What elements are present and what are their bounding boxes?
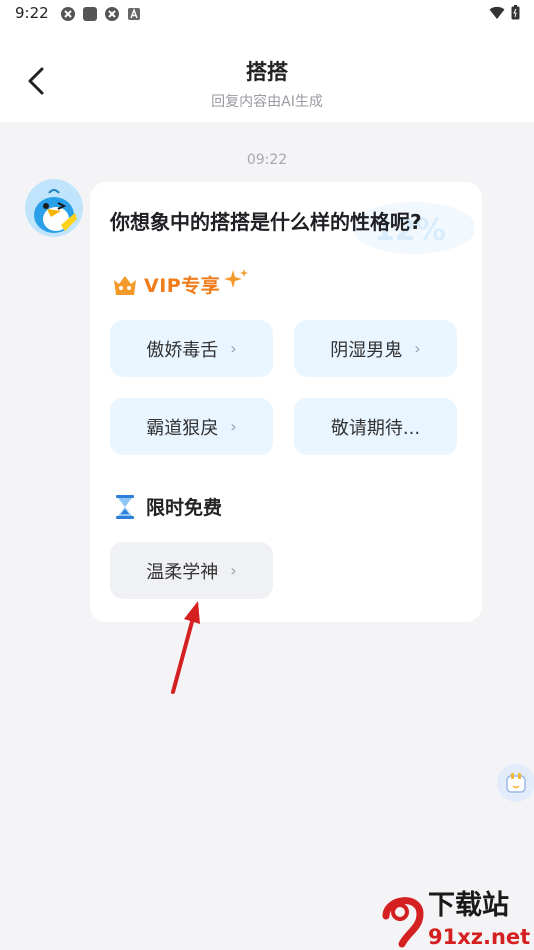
watermark-brand: 下载站: [428, 890, 509, 921]
option-label: 阴湿男鬼: [330, 339, 403, 361]
option-wenrou-xueshen[interactable]: 温柔学神 ›: [110, 542, 273, 599]
option-badao-henli[interactable]: 霸道狠戾 ›: [110, 398, 273, 455]
status-system-icons: [489, 5, 520, 20]
wifi-icon: [489, 6, 505, 19]
vip-crown-icon: [114, 275, 136, 295]
chevron-right-icon: ›: [230, 339, 237, 358]
calendar-bot-icon: [506, 773, 526, 793]
top-header: 搭搭 回复内容由AI生成: [0, 30, 534, 122]
a-notification-icon: [128, 8, 140, 20]
app-notification-icon-2: [105, 7, 119, 21]
question-text: 你想象中的搭搭是什么样的性格呢?: [110, 210, 422, 234]
option-coming-soon[interactable]: 敬请期待...: [294, 398, 457, 455]
option-label: 傲娇毒舌: [146, 339, 219, 361]
vip-section-header: VIP专享: [112, 268, 250, 298]
page-title: 搭搭: [246, 60, 288, 84]
square-notification-icon: [83, 7, 97, 21]
watermark-domain: 91xz.net: [428, 925, 530, 949]
annotation-arrow-icon: [171, 601, 200, 694]
option-label: 霸道狠戾: [146, 417, 219, 439]
bot-avatar[interactable]: [25, 179, 83, 237]
status-time: 9:22: [15, 4, 49, 22]
free-section-label: 限时免费: [146, 497, 223, 519]
site-watermark-logo: 下载站 91xz.net: [382, 890, 530, 949]
option-label: 敬请期待...: [330, 417, 421, 439]
message-timestamp: 09:22: [246, 152, 288, 168]
status-notification-icons: [60, 6, 142, 22]
floating-assistant-button[interactable]: [497, 764, 534, 802]
chevron-right-icon: ›: [230, 417, 237, 436]
ai-disclaimer: 回复内容由AI生成: [211, 94, 323, 110]
option-label: 温柔学神: [146, 561, 219, 583]
penguin-avatar-icon: [25, 179, 83, 237]
chevron-right-icon: ›: [230, 561, 237, 580]
message-card: 12% 你想象中的搭搭是什么样的性格呢? VIP专享 傲娇毒舌 › 阴湿男鬼 ›…: [90, 182, 482, 622]
chevron-right-icon: ›: [414, 339, 421, 358]
option-yinshi-nangui[interactable]: 阴湿男鬼 ›: [294, 320, 457, 377]
option-aojiao-dushe[interactable]: 傲娇毒舌 ›: [110, 320, 273, 377]
sparkle-icon: [224, 268, 249, 288]
battery-icon: [511, 5, 520, 20]
status-bar: 9:22: [0, 0, 534, 30]
hourglass-icon: [116, 494, 134, 519]
vip-section-label: VIP专享: [144, 275, 221, 297]
app-notification-icon: [61, 7, 75, 21]
free-section-header: 限时免费: [114, 493, 222, 520]
